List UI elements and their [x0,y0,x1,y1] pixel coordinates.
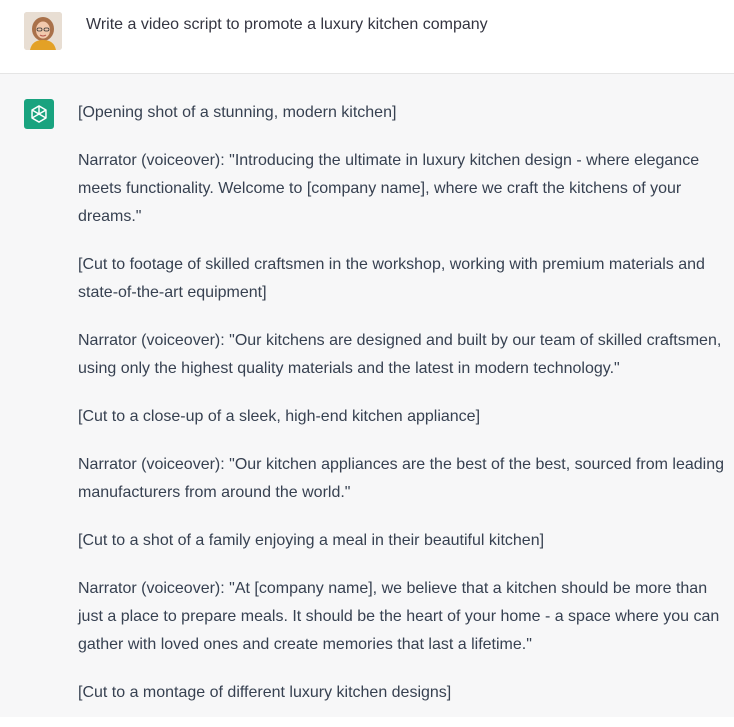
response-paragraph: [Cut to a shot of a family enjoying a me… [78,532,545,549]
response-paragraph: Narrator (voiceover): "At [company name]… [78,580,720,653]
assistant-response: [Opening shot of a stunning, modern kitc… [78,99,728,727]
response-paragraph: [Cut to a montage of different luxury ki… [78,684,452,701]
response-paragraph: Narrator (voiceover): "Our kitchens are … [78,332,722,377]
assistant-message-row: [Opening shot of a stunning, modern kitc… [0,74,734,717]
user-photo-avatar-icon [24,12,62,50]
response-paragraph: [Cut to footage of skilled craftsmen in … [78,256,705,301]
response-paragraph: [Opening shot of a stunning, modern kitc… [78,104,397,121]
response-paragraph: [Cut to a close-up of a sleek, high-end … [78,408,481,425]
user-avatar [24,12,62,50]
assistant-avatar [24,99,54,129]
response-paragraph: Narrator (voiceover): "Our kitchen appli… [78,456,724,501]
response-paragraph: Narrator (voiceover): "Introducing the u… [78,152,700,225]
user-message-row: Write a video script to promote a luxury… [0,0,734,74]
user-message-text: Write a video script to promote a luxury… [86,16,488,33]
openai-logo-icon [31,105,47,123]
